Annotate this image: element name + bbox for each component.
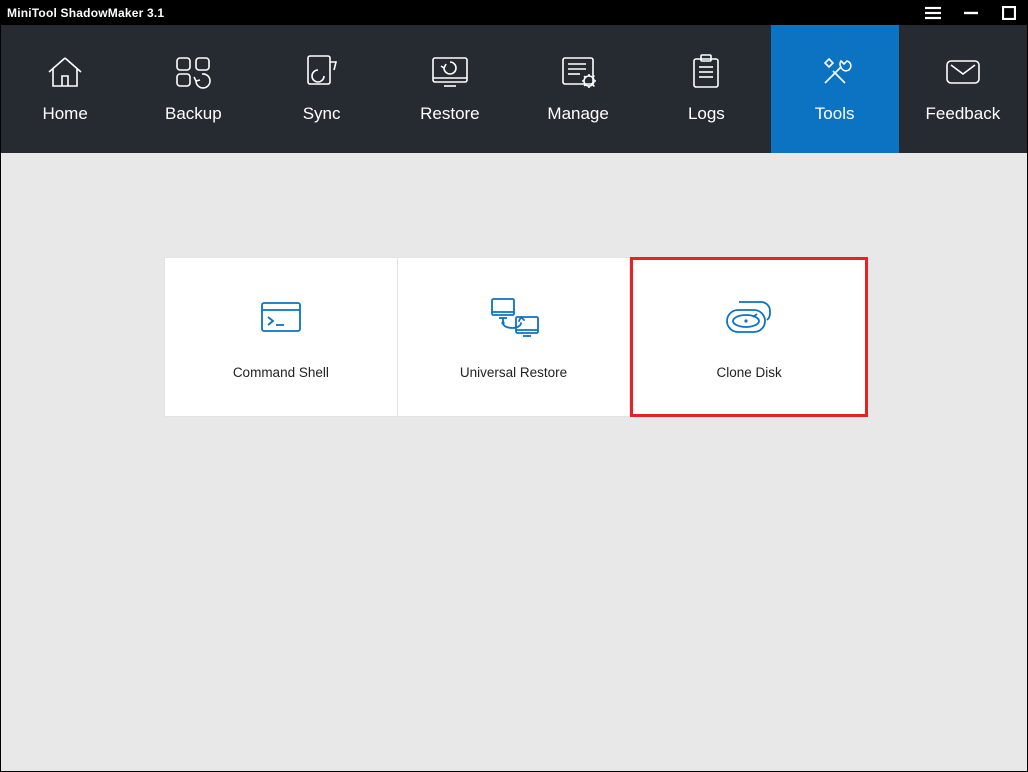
content-area: Command Shell Universal Restore Clone Di…	[1, 153, 1027, 771]
nav-restore[interactable]: Restore	[386, 25, 514, 153]
window-controls	[923, 3, 1019, 23]
nav-label: Tools	[815, 104, 855, 124]
minimize-icon[interactable]	[961, 3, 981, 23]
nav-label: Manage	[547, 104, 608, 124]
command-shell-icon	[253, 295, 309, 339]
card-label: Command Shell	[233, 365, 329, 380]
card-command-shell[interactable]: Command Shell	[164, 257, 398, 417]
clone-disk-icon	[721, 295, 777, 339]
window-title: MiniTool ShadowMaker 3.1	[7, 6, 164, 20]
top-nav: Home Backup Sync Restore	[1, 25, 1027, 153]
home-icon	[43, 54, 87, 90]
tools-icon	[813, 54, 857, 90]
nav-backup[interactable]: Backup	[129, 25, 257, 153]
nav-label: Feedback	[926, 104, 1001, 124]
restore-icon	[428, 54, 472, 90]
maximize-icon[interactable]	[999, 3, 1019, 23]
title-bar: MiniTool ShadowMaker 3.1	[1, 1, 1027, 25]
card-label: Clone Disk	[717, 365, 782, 380]
sync-icon	[300, 54, 344, 90]
feedback-icon	[941, 54, 985, 90]
manage-icon	[556, 54, 600, 90]
backup-icon	[171, 54, 215, 90]
nav-feedback[interactable]: Feedback	[899, 25, 1027, 153]
nav-tools[interactable]: Tools	[771, 25, 899, 153]
card-universal-restore[interactable]: Universal Restore	[398, 257, 631, 417]
nav-logs[interactable]: Logs	[642, 25, 770, 153]
card-clone-disk[interactable]: Clone Disk	[630, 257, 868, 417]
nav-manage[interactable]: Manage	[514, 25, 642, 153]
nav-label: Home	[42, 104, 87, 124]
menu-icon[interactable]	[923, 3, 943, 23]
nav-label: Sync	[303, 104, 341, 124]
nav-home[interactable]: Home	[1, 25, 129, 153]
card-label: Universal Restore	[460, 365, 567, 380]
universal-restore-icon	[486, 295, 542, 339]
nav-label: Logs	[688, 104, 725, 124]
logs-icon	[684, 54, 728, 90]
nav-sync[interactable]: Sync	[258, 25, 386, 153]
nav-label: Backup	[165, 104, 222, 124]
nav-label: Restore	[420, 104, 480, 124]
tools-cards: Command Shell Universal Restore Clone Di…	[164, 257, 868, 417]
